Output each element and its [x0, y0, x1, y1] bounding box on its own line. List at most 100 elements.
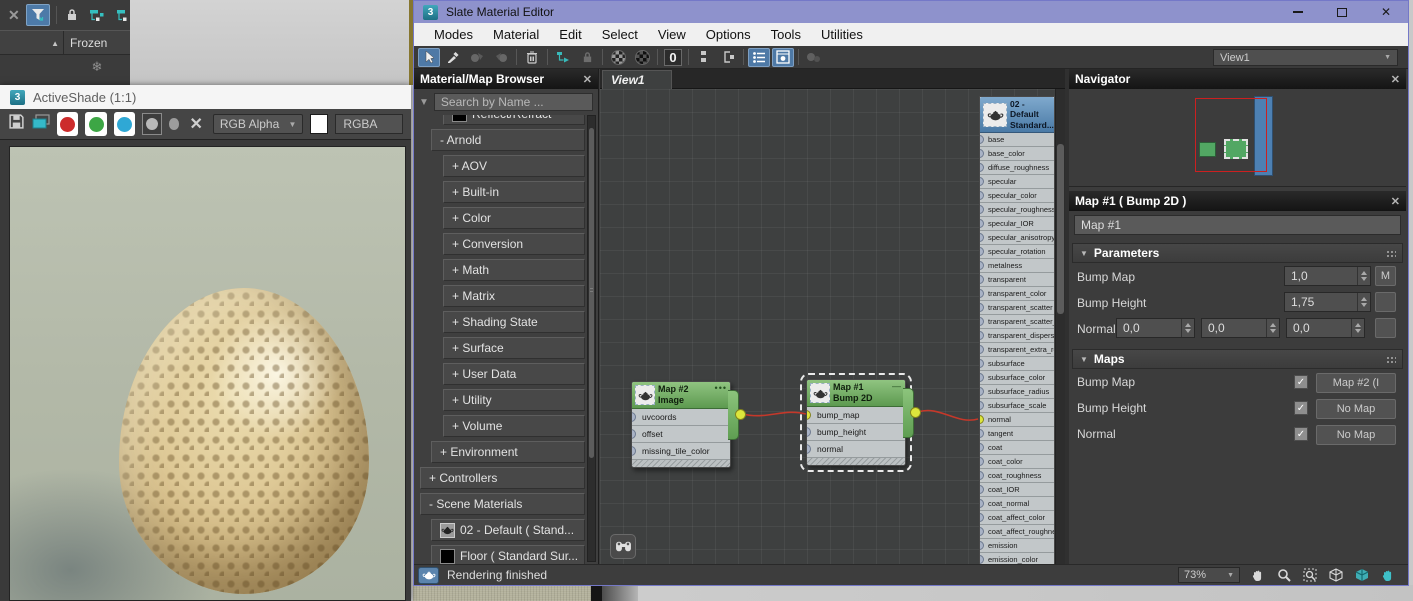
- slot-socket-icon[interactable]: [980, 331, 984, 340]
- browser-item[interactable]: + Conversion: [443, 233, 585, 255]
- material-slot[interactable]: subsurface: [980, 357, 1054, 371]
- material-slot[interactable]: specular: [980, 175, 1054, 189]
- blue-channel-button[interactable]: [113, 112, 136, 136]
- slot-socket-icon[interactable]: [980, 135, 984, 144]
- close-icon[interactable]: ✕: [583, 73, 592, 86]
- pan-tool-button[interactable]: [1249, 567, 1266, 584]
- map2-node-header[interactable]: Map #2 Image •••: [632, 382, 730, 409]
- node-name-field[interactable]: Map #1: [1074, 215, 1401, 235]
- browser-item[interactable]: + Shading State: [443, 311, 585, 333]
- output-socket-icon[interactable]: [735, 409, 746, 420]
- maps-rollout-header[interactable]: ▼ Maps: [1072, 349, 1403, 369]
- map-slot-button[interactable]: Map #2 (I: [1316, 373, 1396, 393]
- activeshade-titlebar[interactable]: 3 ActiveShade (1:1): [0, 85, 411, 109]
- browser-item[interactable]: + Built-in: [443, 181, 585, 203]
- browser-item[interactable]: + Math: [443, 259, 585, 281]
- close-button[interactable]: ✕: [1364, 1, 1408, 23]
- node-resize-grip[interactable]: [807, 458, 905, 465]
- browser-item[interactable]: Floor ( Standard Sur...: [431, 545, 585, 564]
- material-slot[interactable]: base_color: [980, 147, 1054, 161]
- move-children-button[interactable]: [552, 48, 574, 67]
- material-slot[interactable]: transparent_scatter_: [980, 315, 1054, 329]
- material-slot[interactable]: tangent: [980, 427, 1054, 441]
- material-slot[interactable]: transparent_color: [980, 287, 1054, 301]
- show-map-in-viewport-button[interactable]: [607, 48, 629, 67]
- slot-socket-icon[interactable]: [980, 443, 984, 452]
- material-slot[interactable]: subsurface_radius: [980, 385, 1054, 399]
- map-slot-button[interactable]: No Map: [1316, 425, 1396, 445]
- material-slot[interactable]: metalness: [980, 259, 1054, 273]
- slot-socket-icon[interactable]: [980, 233, 984, 242]
- hierarchy-view-button[interactable]: [87, 5, 105, 25]
- collapse-dots-icon[interactable]: —: [892, 381, 902, 391]
- slot-socket-icon[interactable]: [980, 457, 984, 466]
- material-slot[interactable]: subsurface_color: [980, 371, 1054, 385]
- slot-socket-icon[interactable]: [980, 261, 984, 270]
- bump-height-spinner[interactable]: 1,75: [1284, 292, 1371, 312]
- pan-to-selected-button[interactable]: [1379, 567, 1396, 584]
- rendered-image[interactable]: [9, 146, 406, 601]
- node-material-standard-surface[interactable]: 02 - Default Standard... base base_color…: [979, 96, 1055, 564]
- lock-button[interactable]: [576, 48, 598, 67]
- browser-item[interactable]: + Controllers: [420, 467, 585, 489]
- browser-item[interactable]: + AOV: [443, 155, 585, 177]
- scrollbar-thumb[interactable]: [1057, 144, 1064, 314]
- find-node-button[interactable]: [610, 534, 636, 559]
- node-graph-canvas[interactable]: 02 - Default Standard... base base_color…: [600, 89, 1065, 564]
- frozen-cell[interactable]: ❄: [64, 55, 130, 81]
- map-slot[interactable]: missing_tile_color: [632, 443, 730, 460]
- browser-item[interactable]: + User Data: [443, 363, 585, 385]
- clone-rendering-button[interactable]: [32, 113, 50, 135]
- map-slot[interactable]: normal: [807, 441, 905, 458]
- browser-options-icon[interactable]: ▼: [419, 97, 429, 108]
- clear-button[interactable]: ✕: [186, 114, 205, 134]
- close-icon[interactable]: ✕: [1391, 195, 1400, 208]
- assign-material-to-object-button[interactable]: [490, 48, 512, 67]
- slot-socket-icon[interactable]: [980, 359, 984, 368]
- green-channel-button[interactable]: [85, 112, 107, 136]
- node-map1-bump2d[interactable]: Map #1 Bump 2D — bump_map bump_height no…: [800, 373, 921, 472]
- navigator-minimap[interactable]: [1069, 89, 1406, 187]
- map-slot[interactable]: bump_height: [807, 424, 905, 441]
- material-slot[interactable]: transparent_extra_ro: [980, 343, 1054, 357]
- select-tool-button[interactable]: [418, 47, 440, 67]
- menu-item[interactable]: Edit: [549, 27, 591, 42]
- material-slot[interactable]: transparent: [980, 273, 1054, 287]
- normal-axis-spinner[interactable]: 0,0: [1201, 318, 1280, 338]
- get-material-from-object-button[interactable]: [466, 48, 488, 67]
- browser-item[interactable]: - Arnold: [431, 129, 585, 151]
- normal-axis-spinner[interactable]: 0,0: [1116, 318, 1195, 338]
- flat-view-button[interactable]: [112, 5, 130, 25]
- show-numbers-button[interactable]: 0: [662, 48, 684, 67]
- frozen-column-header[interactable]: Frozen: [64, 31, 130, 54]
- material-node-header[interactable]: 02 - Default Standard...: [980, 97, 1054, 133]
- show-parameter-list-button[interactable]: [748, 47, 770, 67]
- material-slot[interactable]: coat_affect_color: [980, 511, 1054, 525]
- map-slot[interactable]: offset: [632, 426, 730, 443]
- parameters-rollout-header[interactable]: ▼ Parameters: [1072, 243, 1403, 263]
- material-slot[interactable]: coat_IOR: [980, 483, 1054, 497]
- slot-socket-icon[interactable]: [980, 219, 984, 228]
- node-map2-image[interactable]: Map #2 Image ••• uvcoords offset missing…: [631, 381, 746, 468]
- slot-socket-icon[interactable]: [980, 471, 984, 480]
- slot-socket-icon[interactable]: [980, 415, 984, 424]
- material-slot[interactable]: specular_color: [980, 189, 1054, 203]
- spinner-arrows-icon[interactable]: [1357, 293, 1370, 311]
- slot-socket-icon[interactable]: [980, 499, 984, 508]
- slot-socket-icon[interactable]: [980, 555, 984, 564]
- alpha-channel-button[interactable]: [168, 118, 180, 130]
- slot-socket-icon[interactable]: [980, 303, 984, 312]
- normal-slot-button[interactable]: [1375, 318, 1396, 338]
- material-slot[interactable]: diffuse_roughness: [980, 161, 1054, 175]
- save-button[interactable]: [8, 113, 25, 135]
- collapse-dots-icon[interactable]: •••: [715, 383, 727, 393]
- browser-item[interactable]: - Scene Materials: [420, 493, 585, 515]
- bump-height-slot-button[interactable]: [1375, 292, 1396, 312]
- slot-socket-icon[interactable]: [980, 429, 984, 438]
- slot-socket-icon[interactable]: [980, 149, 984, 158]
- material-slot[interactable]: specular_roughness: [980, 203, 1054, 217]
- filter-button[interactable]: [25, 4, 50, 26]
- scrollbar-thumb[interactable]: [589, 128, 594, 458]
- rollout-grip-icon[interactable]: [1386, 250, 1396, 258]
- slot-socket-icon[interactable]: [807, 410, 811, 420]
